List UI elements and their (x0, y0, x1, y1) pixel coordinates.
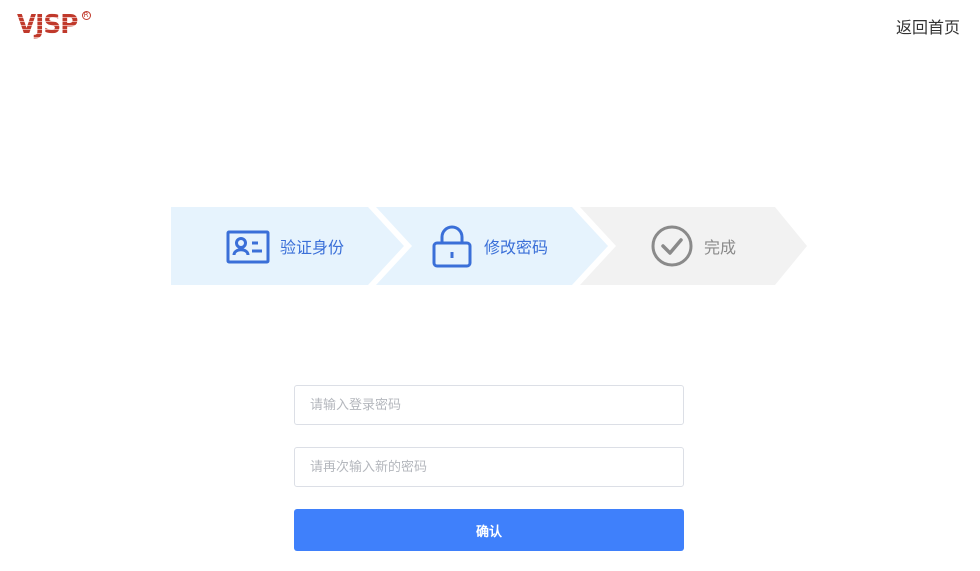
logo-text: VJSP (17, 10, 78, 40)
back-home-link[interactable]: 返回首页 (896, 14, 960, 38)
step-label: 修改密码 (484, 238, 549, 257)
page: VJSP R 返回首页 验证身份 修改密码 完成 确认 (0, 0, 980, 571)
lock-icon (430, 224, 474, 268)
step-verify-identity: 验证身份 (226, 207, 344, 285)
login-password-field (294, 385, 684, 425)
step-label: 验证身份 (280, 238, 345, 257)
registered-mark: R (81, 11, 91, 20)
steps-bar: 验证身份 修改密码 完成 (171, 207, 811, 285)
login-password-input[interactable] (295, 386, 683, 424)
step-complete: 完成 (650, 207, 736, 285)
logo: VJSP R (17, 10, 91, 42)
step-label: 完成 (704, 238, 737, 257)
step-change-password: 修改密码 (430, 207, 548, 285)
confirm-button[interactable]: 确认 (294, 509, 684, 551)
new-password-field (294, 447, 684, 487)
check-circle-icon (650, 224, 694, 268)
id-card-icon (226, 224, 270, 268)
new-password-input[interactable] (295, 448, 683, 486)
